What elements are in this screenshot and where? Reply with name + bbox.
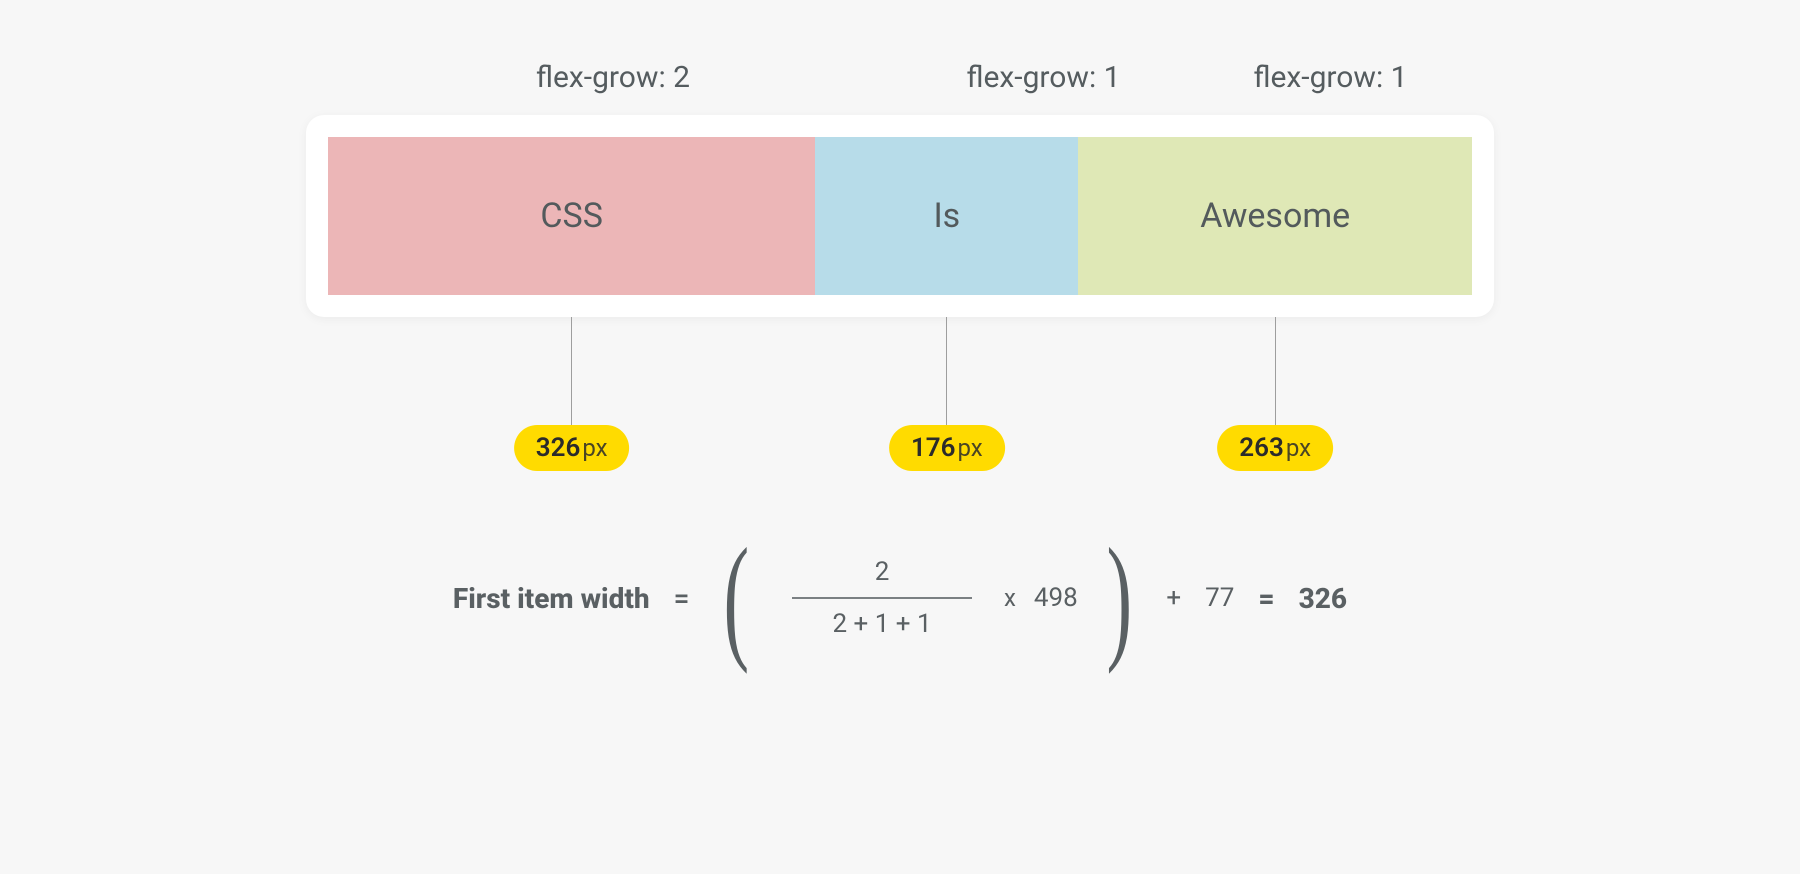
left-paren-icon: (: [724, 549, 750, 647]
paren-group: ( 2 2 + 1 + 1 x 498 ): [713, 547, 1142, 649]
fraction-numerator: 2: [855, 547, 910, 597]
label-item-3: flex-grow: 1: [1187, 60, 1474, 95]
label-item-2: flex-grow: 1: [900, 60, 1187, 95]
addend: 77: [1205, 583, 1234, 613]
diagram-stage: flex-grow: 2 flex-grow: 1 flex-grow: 1 C…: [306, 60, 1494, 649]
pointer-line: [571, 317, 572, 437]
width-unit: px: [582, 434, 607, 462]
formula-label: First item width: [453, 582, 650, 615]
width-unit: px: [958, 434, 983, 462]
fraction: 2 2 + 1 + 1: [778, 547, 986, 649]
multiply-sign: x: [1004, 584, 1016, 612]
pointer-col-3: 263 px: [1078, 317, 1472, 487]
pointer-line: [946, 317, 947, 437]
right-paren-icon: ): [1106, 549, 1132, 647]
label-item-1: flex-grow: 2: [326, 60, 900, 95]
width-badge-1: 326 px: [514, 425, 630, 471]
fraction-denominator: 2 + 1 + 1: [812, 599, 951, 649]
flex-item-2: Is: [815, 137, 1078, 295]
width-value-1: 326: [536, 433, 581, 463]
width-unit: px: [1286, 434, 1311, 462]
flex-grow-labels-row: flex-grow: 2 flex-grow: 1 flex-grow: 1: [306, 60, 1494, 115]
flex-item-1: CSS: [328, 137, 815, 295]
pointer-col-1: 326 px: [328, 317, 815, 487]
formula-result: 326: [1299, 582, 1347, 615]
flex-container-card: CSS Is Awesome: [306, 115, 1494, 317]
pointer-col-2: 176 px: [815, 317, 1078, 487]
width-value-3: 263: [1239, 433, 1284, 463]
flex-item-3: Awesome: [1078, 137, 1472, 295]
result-equals: =: [1258, 582, 1274, 615]
multiplicand: 498: [1034, 583, 1078, 613]
pointer-line: [1275, 317, 1276, 437]
width-pointers-row: 326 px 176 px 263 px: [306, 317, 1494, 487]
width-badge-3: 263 px: [1217, 425, 1333, 471]
plus-sign: +: [1166, 583, 1181, 613]
equals-sign: =: [674, 582, 690, 615]
width-value-2: 176: [911, 433, 956, 463]
formula-row: First item width = ( 2 2 + 1 + 1 x 498 )…: [306, 547, 1494, 649]
width-badge-2: 176 px: [889, 425, 1005, 471]
